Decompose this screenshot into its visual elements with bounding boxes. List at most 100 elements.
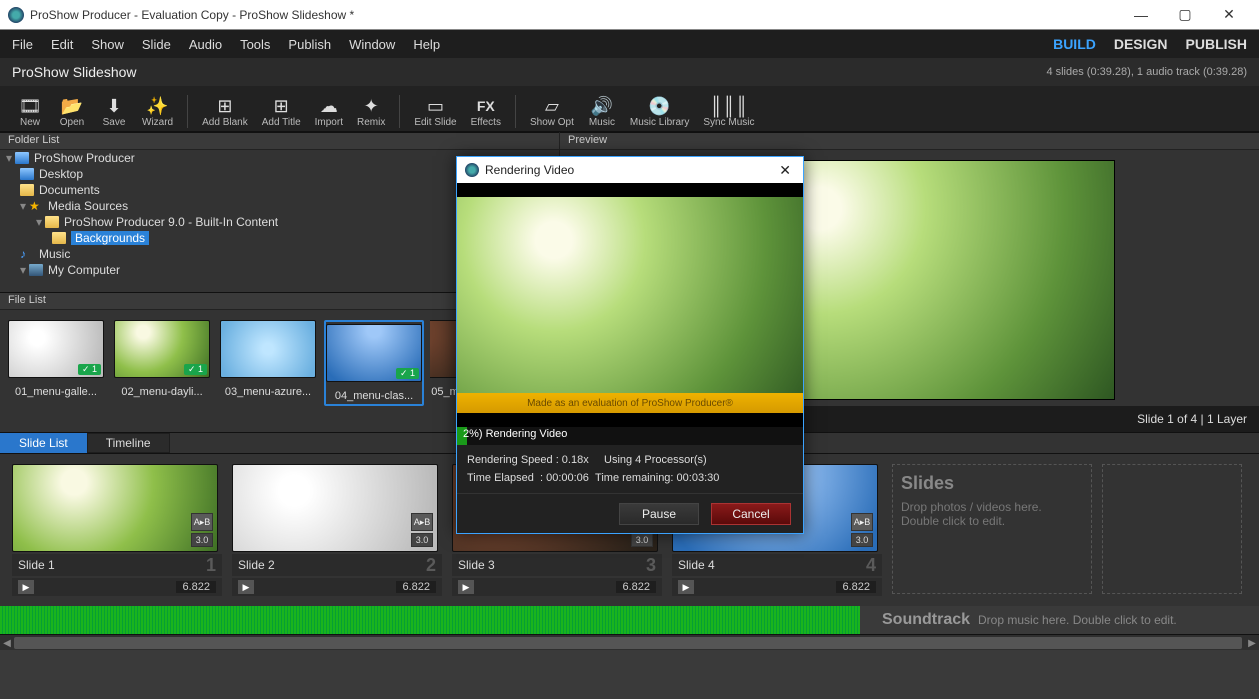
tb-music[interactable]: 🔊Music	[588, 95, 616, 128]
stack-icon: ▱	[538, 95, 566, 117]
tb-edit-slide[interactable]: ▭Edit Slide	[399, 95, 456, 128]
menu-tools[interactable]: Tools	[240, 37, 270, 52]
transition-icon[interactable]: A▸B	[851, 513, 873, 531]
dropzone-title: Slides	[901, 473, 1083, 494]
window-titlebar: ProShow Producer - Evaluation Copy - Pro…	[0, 0, 1259, 30]
transition-duration[interactable]: 3.0	[411, 533, 433, 547]
render-preview-frame: Made as an evaluation of ProShow Produce…	[457, 197, 803, 413]
file-thumb-01[interactable]: ✓ 101_menu-galle...	[6, 320, 106, 406]
folder-open-icon: 📂	[58, 95, 86, 117]
dropzone-hint-1: Drop photos / videos here.	[901, 500, 1083, 514]
folder-list-header: Folder List	[0, 132, 559, 150]
tab-design[interactable]: DESIGN	[1114, 36, 1168, 52]
fx-icon: FX	[472, 95, 500, 117]
tb-sync-music[interactable]: ║║║Sync Music	[703, 95, 754, 128]
menu-file[interactable]: File	[12, 37, 33, 52]
tb-save[interactable]: ⬇Save	[100, 95, 128, 128]
waveform[interactable]	[0, 606, 860, 634]
cloud-down-icon: ☁	[315, 95, 343, 117]
soundtrack-row[interactable]: Soundtrack Drop music here. Double click …	[0, 606, 1259, 634]
slide-play-button[interactable]: ▶	[678, 580, 694, 594]
slide-duration[interactable]: 6.822	[396, 581, 436, 593]
slide-duration[interactable]: 6.822	[836, 581, 876, 593]
layers-icon: ▭	[421, 95, 449, 117]
slide-play-button[interactable]: ▶	[238, 580, 254, 594]
tb-open[interactable]: 📂Open	[58, 95, 86, 128]
render-info: Rendering Speed : 0.18x Using 4 Processo…	[457, 445, 803, 493]
menu-show[interactable]: Show	[91, 37, 124, 52]
tb-show-opt[interactable]: ▱Show Opt	[515, 95, 574, 128]
progress-text: 2%) Rendering Video	[463, 428, 567, 440]
tb-add-blank[interactable]: ⊞Add Blank	[187, 95, 248, 128]
slide-1[interactable]: A▸B3.0 Slide 11 ▶6.822	[12, 464, 222, 596]
slide-duration[interactable]: 6.822	[616, 581, 656, 593]
project-stats: 4 slides (0:39.28), 1 audio track (0:39.…	[1046, 66, 1247, 78]
slide-play-button[interactable]: ▶	[18, 580, 34, 594]
waveform-icon: ║║║	[715, 95, 743, 117]
slide-number: 3	[646, 555, 656, 576]
app-icon	[465, 163, 479, 177]
slide-duration[interactable]: 6.822	[176, 581, 216, 593]
tb-remix[interactable]: ✦Remix	[357, 95, 385, 128]
preview-slide-info: Slide 1 of 4 | 1 Layer	[1137, 412, 1247, 426]
cancel-button[interactable]: Cancel	[711, 503, 791, 525]
progress-bar: 2%) Rendering Video	[457, 427, 803, 445]
transition-icon[interactable]: A▸B	[191, 513, 213, 531]
dropzone-hint-2: Double click to edit.	[901, 514, 1083, 528]
save-icon: ⬇	[100, 95, 128, 117]
horizontal-scrollbar[interactable]: ◀ ▶	[0, 634, 1259, 650]
tab-publish[interactable]: PUBLISH	[1186, 36, 1247, 52]
menu-publish[interactable]: Publish	[288, 37, 331, 52]
scroll-left-arrow[interactable]: ◀	[0, 635, 14, 651]
tb-new[interactable]: 🎞New	[16, 95, 44, 128]
transition-duration[interactable]: 3.0	[851, 533, 873, 547]
slides-dropzone[interactable]: Slides Drop photos / videos here. Double…	[892, 464, 1092, 594]
toolbar: 🎞New 📂Open ⬇Save ✨Wizard ⊞Add Blank ⊞Add…	[0, 86, 1259, 132]
text-add-icon: ⊞	[267, 95, 295, 117]
transition-duration[interactable]: 3.0	[631, 533, 653, 547]
tab-timeline[interactable]: Timeline	[87, 433, 170, 453]
slide-label: Slide 1	[18, 558, 206, 572]
used-badge: ✓ 1	[78, 364, 101, 375]
dialog-close-button[interactable]: ✕	[775, 162, 795, 179]
menu-help[interactable]: Help	[413, 37, 440, 52]
tb-effects[interactable]: FXEffects	[471, 95, 501, 128]
minimize-button[interactable]: —	[1119, 1, 1163, 29]
menu-audio[interactable]: Audio	[189, 37, 222, 52]
menu-window[interactable]: Window	[349, 37, 395, 52]
tab-build[interactable]: BUILD	[1053, 36, 1096, 52]
tb-add-title[interactable]: ⊞Add Title	[262, 95, 301, 128]
dialog-titlebar[interactable]: Rendering Video ✕	[457, 157, 803, 183]
maximize-button[interactable]: ▢	[1163, 1, 1207, 29]
slide-label: Slide 2	[238, 558, 426, 572]
speaker-icon: 🔊	[588, 95, 616, 117]
slide-2[interactable]: A▸B3.0 Slide 22 ▶6.822	[232, 464, 442, 596]
scroll-right-arrow[interactable]: ▶	[1245, 635, 1259, 651]
eval-watermark: Made as an evaluation of ProShow Produce…	[457, 393, 803, 413]
soundtrack-hint: Drop music here. Double click to edit.	[978, 613, 1177, 627]
transition-icon[interactable]: A▸B	[411, 513, 433, 531]
slide-play-button[interactable]: ▶	[458, 580, 474, 594]
file-thumb-03[interactable]: 03_menu-azure...	[218, 320, 318, 406]
pause-button[interactable]: Pause	[619, 503, 699, 525]
wand-icon: ✨	[144, 95, 172, 117]
project-row: ProShow Slideshow 4 slides (0:39.28), 1 …	[0, 58, 1259, 86]
menu-slide[interactable]: Slide	[142, 37, 171, 52]
slide-number: 4	[866, 555, 876, 576]
scroll-thumb[interactable]	[14, 637, 1242, 649]
menu-edit[interactable]: Edit	[51, 37, 73, 52]
close-button[interactable]: ✕	[1207, 1, 1251, 29]
disc-icon: 💿	[646, 95, 674, 117]
tb-wizard[interactable]: ✨Wizard	[142, 95, 173, 128]
tb-import[interactable]: ☁Import	[315, 95, 343, 128]
tb-music-library[interactable]: 💿Music Library	[630, 95, 689, 128]
soundtrack-title: Soundtrack	[882, 611, 970, 628]
tab-slide-list[interactable]: Slide List	[0, 433, 87, 453]
file-thumb-04[interactable]: ✓ 104_menu-clas...	[324, 320, 424, 406]
slides-dropzone-2[interactable]	[1102, 464, 1242, 594]
file-thumb-02[interactable]: ✓ 102_menu-dayli...	[112, 320, 212, 406]
film-icon: 🎞	[16, 95, 44, 117]
transition-duration[interactable]: 3.0	[191, 533, 213, 547]
slide-label: Slide 3	[458, 558, 646, 572]
preview-header: Preview	[560, 132, 1259, 150]
